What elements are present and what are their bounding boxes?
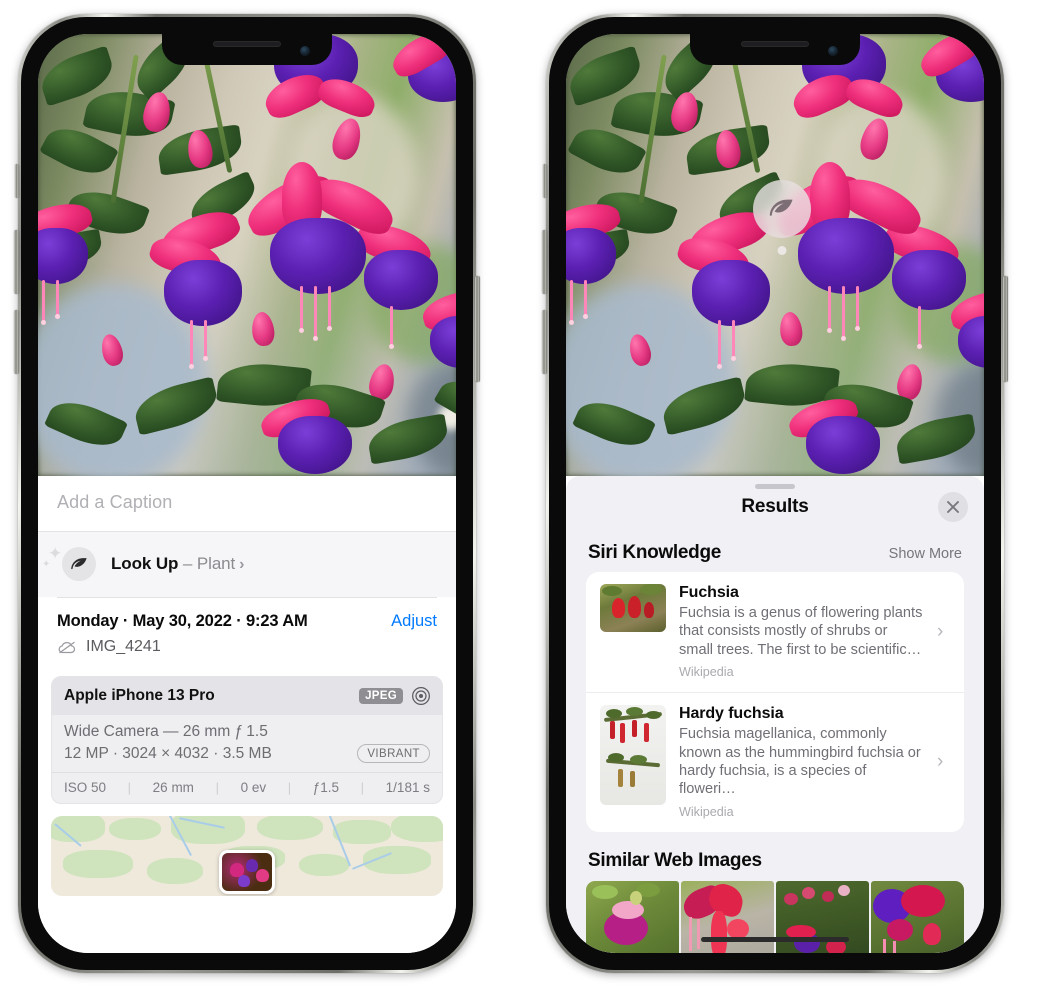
exif-sep-3: | xyxy=(287,780,292,795)
photo-thumbnail-pin[interactable] xyxy=(219,850,275,894)
similar-image-4[interactable] xyxy=(871,880,964,953)
visual-lookup-badge[interactable] xyxy=(753,180,811,255)
power-button[interactable] xyxy=(475,276,480,382)
knowledge-source: Wikipedia xyxy=(679,665,734,680)
resolution-info: 12 MP · 3024 × 4032 · 3.5 MB xyxy=(64,744,272,762)
home-indicator[interactable] xyxy=(701,937,849,942)
knowledge-item-hardy-fuchsia[interactable]: Hardy fuchsia Fuchsia magellanica, commo… xyxy=(586,692,964,832)
look-up-dash: – xyxy=(182,554,193,573)
look-up-row[interactable]: ✦ ✦ Look Up – Plant › xyxy=(38,532,456,597)
show-more-button[interactable]: Show More xyxy=(889,546,962,562)
exif-focal: 26 mm xyxy=(152,780,194,795)
location-map[interactable] xyxy=(51,816,443,896)
exif-sep-1: | xyxy=(127,780,132,795)
similar-web-images-title: Similar Web Images xyxy=(588,849,762,871)
badge-pointer-dot xyxy=(777,246,787,255)
photo-viewer[interactable] xyxy=(566,34,984,476)
look-up-title: Look Up xyxy=(111,554,179,573)
exif-aperture: ƒ1.5 xyxy=(312,780,340,795)
front-camera-icon xyxy=(828,46,838,56)
format-badge: JPEG xyxy=(359,688,403,704)
aperture-icon[interactable] xyxy=(411,686,431,706)
exif-settings-row: ISO 50 | 26 mm | 0 ev | ƒ1.5 | 1/181 s xyxy=(52,772,442,803)
exif-card[interactable]: Apple iPhone 13 Pro JPEG Wide Camera — 2… xyxy=(51,676,443,804)
close-button[interactable] xyxy=(938,492,968,522)
fuchsia-photo xyxy=(566,34,984,476)
left-screen: Add a Caption ✦ ✦ Look Up – Plant › Mond… xyxy=(38,34,456,953)
similar-web-images-strip[interactable] xyxy=(566,880,984,953)
mute-switch[interactable] xyxy=(543,164,547,198)
knowledge-text: Fuchsia Fuchsia is a genus of flowering … xyxy=(679,584,924,679)
knowledge-title: Fuchsia xyxy=(679,584,739,601)
similar-image-1[interactable] xyxy=(586,880,679,953)
knowledge-thumbnail xyxy=(600,705,666,806)
volume-down-button[interactable] xyxy=(542,310,547,374)
fuchsia-photo xyxy=(38,34,456,476)
photo-info-sheet: Add a Caption ✦ ✦ Look Up – Plant › Mond… xyxy=(38,476,456,953)
device-bezel: Add a Caption ✦ ✦ Look Up – Plant › Mond… xyxy=(21,17,473,970)
look-up-label: Look Up – Plant › xyxy=(111,554,244,574)
exif-exposure: 0 ev xyxy=(240,780,267,795)
similar-web-images-header: Similar Web Images xyxy=(566,832,984,881)
chevron-right-icon: › xyxy=(937,620,944,642)
volume-up-button[interactable] xyxy=(14,230,19,294)
exif-shutter: 1/181 s xyxy=(385,780,430,795)
adjust-button[interactable]: Adjust xyxy=(391,612,437,631)
device-bezel: Results Siri Knowledge Show More Fuchsia… xyxy=(549,17,1001,970)
photo-viewer[interactable] xyxy=(38,34,456,476)
chevron-right-icon: › xyxy=(239,556,245,573)
earpiece-speaker xyxy=(213,41,281,47)
results-header: Results xyxy=(566,476,984,524)
look-up-subject: Plant xyxy=(196,554,236,573)
knowledge-text: Hardy fuchsia Fuchsia magellanica, commo… xyxy=(679,705,924,819)
leaf-icon xyxy=(70,557,87,569)
exif-sep-2: | xyxy=(215,780,219,795)
cloud-slash-icon xyxy=(58,641,76,653)
leaf-icon xyxy=(769,199,793,216)
knowledge-description: Fuchsia magellanica, commonly known as t… xyxy=(679,726,921,798)
exif-body: Wide Camera — 26 mm ƒ 1.5 12 MP · 3024 ×… xyxy=(52,715,442,772)
screenshot-stage: Add a Caption ✦ ✦ Look Up – Plant › Mond… xyxy=(0,0,1055,985)
photographic-style-badge: VIBRANT xyxy=(357,744,430,763)
front-camera-icon xyxy=(300,46,310,56)
siri-knowledge-card: Fuchsia Fuchsia is a genus of flowering … xyxy=(586,572,964,832)
results-title: Results xyxy=(741,496,809,517)
caption-field-row[interactable]: Add a Caption xyxy=(38,476,456,532)
knowledge-title: Hardy fuchsia xyxy=(679,705,784,723)
mute-switch[interactable] xyxy=(15,164,19,198)
siri-knowledge-header: Siri Knowledge Show More xyxy=(566,524,984,572)
right-screen: Results Siri Knowledge Show More Fuchsia… xyxy=(566,34,984,953)
right-iphone-device: Results Siri Knowledge Show More Fuchsia… xyxy=(542,14,1008,973)
left-iphone-device: Add a Caption ✦ ✦ Look Up – Plant › Mond… xyxy=(14,14,480,973)
metadata-block: Monday · May 30, 2022 · 9:23 AM Adjust I… xyxy=(38,598,456,666)
exif-header: Apple iPhone 13 Pro JPEG xyxy=(52,677,442,715)
exif-iso: ISO 50 xyxy=(64,780,107,795)
display-notch xyxy=(162,34,332,65)
lens-info: Wide Camera — 26 mm ƒ 1.5 xyxy=(64,723,268,740)
camera-device-label: Apple iPhone 13 Pro xyxy=(64,687,215,704)
close-icon xyxy=(947,501,959,513)
similar-image-2[interactable] xyxy=(681,880,774,953)
filename-label: IMG_4241 xyxy=(86,638,161,655)
volume-up-button[interactable] xyxy=(542,230,547,294)
knowledge-source: Wikipedia xyxy=(679,804,734,819)
knowledge-description: Fuchsia is a genus of flowering plants t… xyxy=(679,605,923,658)
power-button[interactable] xyxy=(1003,276,1008,382)
knowledge-item-fuchsia[interactable]: Fuchsia Fuchsia is a genus of flowering … xyxy=(586,572,964,692)
earpiece-speaker xyxy=(741,41,809,47)
display-notch xyxy=(690,34,860,65)
volume-down-button[interactable] xyxy=(14,310,19,374)
exif-sep-4: | xyxy=(360,780,365,795)
pin-photo xyxy=(222,853,272,891)
capture-date: Monday · May 30, 2022 · 9:23 AM xyxy=(57,612,308,630)
similar-image-3[interactable] xyxy=(776,880,869,953)
caption-placeholder: Add a Caption xyxy=(57,492,173,512)
results-sheet: Results Siri Knowledge Show More Fuchsia… xyxy=(566,476,984,953)
siri-knowledge-title: Siri Knowledge xyxy=(588,542,722,563)
leaf-icon-badge xyxy=(62,547,96,581)
knowledge-thumbnail xyxy=(600,584,666,632)
chevron-right-icon: › xyxy=(937,750,944,772)
sparkle-icon-small: ✦ xyxy=(42,559,51,570)
